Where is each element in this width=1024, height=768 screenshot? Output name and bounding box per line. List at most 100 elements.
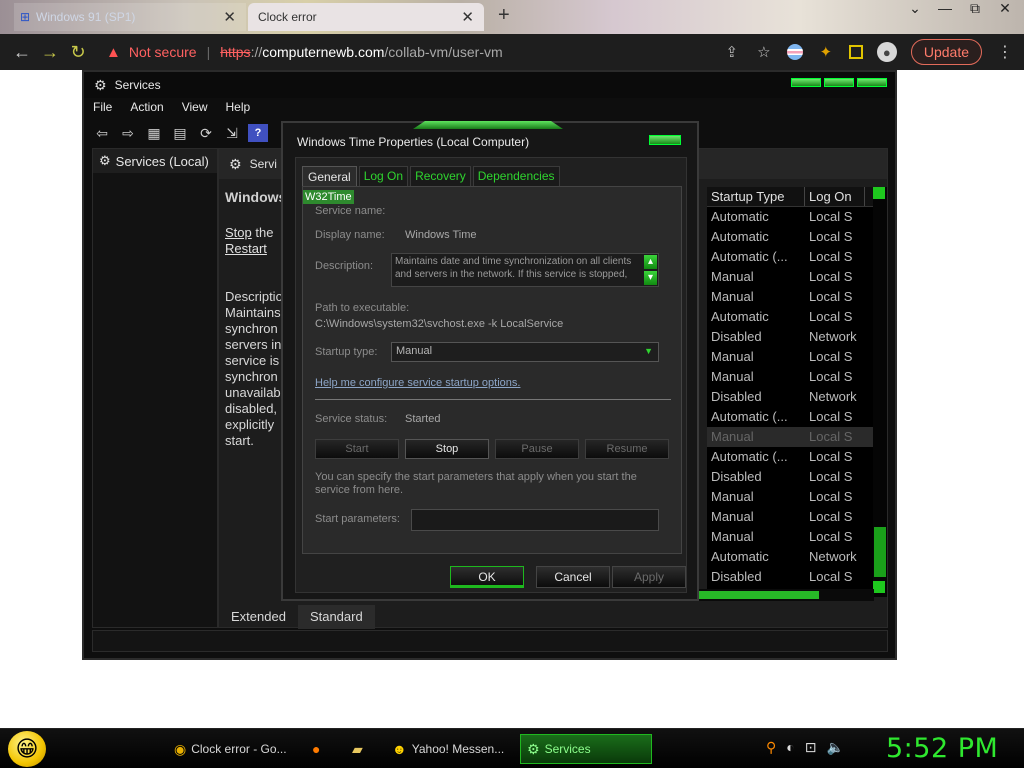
table-row[interactable]: Automatic Network: [707, 547, 877, 567]
menu-help[interactable]: Help: [217, 98, 260, 118]
table-row[interactable]: Manual Local S: [707, 347, 877, 367]
table-row[interactable]: Disabled Local S: [707, 467, 877, 487]
scroll-thumb[interactable]: [874, 527, 886, 577]
menu-view[interactable]: View: [173, 98, 217, 118]
table-row[interactable]: Manual Local S: [707, 487, 877, 507]
tab-standard[interactable]: Standard: [297, 605, 375, 629]
extensions-puzzle-icon[interactable]: ✦: [817, 43, 835, 61]
menu-file[interactable]: File: [84, 98, 121, 118]
services-title-bar[interactable]: ⚙ Services: [84, 72, 895, 98]
tab-recovery[interactable]: Recovery: [410, 166, 471, 187]
tab-log-on[interactable]: Log On: [358, 166, 409, 187]
reload-button[interactable]: ↻: [64, 38, 92, 66]
tab-windows-91[interactable]: ⊞ Windows 91 (SP1) ✕: [14, 3, 246, 31]
tab-dependencies[interactable]: Dependencies: [472, 166, 560, 187]
scroll-down-button[interactable]: [873, 581, 885, 593]
tab-extended[interactable]: Extended: [219, 605, 298, 629]
minimize-button[interactable]: [791, 78, 821, 87]
taskbar-item-chrome[interactable]: ◉ Clock error - Go...: [168, 734, 296, 764]
start-button[interactable]: Start: [315, 439, 399, 459]
menu-action[interactable]: Action: [121, 98, 172, 118]
scroll-up-button[interactable]: ▴: [644, 255, 657, 269]
vertical-scrollbar[interactable]: [873, 187, 887, 597]
start-button[interactable]: 😁: [8, 731, 46, 767]
horizontal-scrollbar[interactable]: [699, 589, 874, 601]
service-name-field[interactable]: W32Time: [303, 190, 354, 204]
forward-button[interactable]: →: [36, 38, 64, 66]
table-row[interactable]: Automatic Local S: [707, 227, 877, 247]
taskbar-item-yahoo-messenger[interactable]: ☻ Yahoo! Messen...: [386, 734, 514, 764]
table-row[interactable]: Manual Local S: [707, 267, 877, 287]
table-row[interactable]: Manual Local S: [707, 367, 877, 387]
close-tab-icon[interactable]: ✕: [223, 8, 236, 26]
back-button[interactable]: ←: [8, 38, 36, 66]
column-header-log-on[interactable]: Log On: [805, 187, 865, 206]
address-bar[interactable]: ▲ Not secure | https://computernewb.com /…: [106, 40, 646, 64]
pause-button[interactable]: Pause: [495, 439, 579, 459]
configure-startup-help-link[interactable]: Help me configure service startup option…: [315, 377, 695, 389]
avatar[interactable]: ●: [876, 42, 897, 62]
startup-type-select[interactable]: Manual ▼: [391, 342, 659, 362]
profile-flag-icon[interactable]: [786, 44, 803, 60]
forward-arrow-icon[interactable]: ⇨: [118, 124, 138, 142]
close-tab-icon[interactable]: ✕: [461, 8, 474, 26]
table-row[interactable]: Manual Local S: [707, 427, 877, 447]
tab-clock-error[interactable]: Clock error ✕: [248, 3, 484, 31]
bookmark-star-icon[interactable]: ☆: [755, 43, 773, 61]
vm-screen[interactable]: ⚙ Services File Action View Help ⇦ ⇨ ▦ ▤…: [0, 70, 1024, 728]
taskbar-item-explorer[interactable]: ▰: [346, 734, 376, 764]
scroll-down-button[interactable]: ▾: [644, 271, 657, 285]
search-icon[interactable]: ⚲: [766, 739, 776, 756]
taskbar-clock[interactable]: 5:52 PM: [886, 733, 998, 764]
ok-button[interactable]: OK: [450, 566, 524, 588]
table-row[interactable]: Automatic Local S: [707, 307, 877, 327]
column-header-startup-type[interactable]: Startup Type: [707, 187, 805, 206]
volume-icon[interactable]: 🔈: [826, 739, 843, 756]
table-row[interactable]: Disabled Network: [707, 387, 877, 407]
resume-button[interactable]: Resume: [585, 439, 669, 459]
cancel-button[interactable]: Cancel: [536, 566, 610, 588]
share-icon[interactable]: ⇪: [723, 43, 741, 61]
tab-general[interactable]: General: [302, 166, 357, 187]
tab-search-icon[interactable]: ⌄: [906, 0, 924, 17]
help-icon[interactable]: ?: [248, 124, 268, 142]
taskbar-item-firefox[interactable]: ●: [306, 734, 336, 764]
stop-service-link[interactable]: Stop: [225, 225, 252, 240]
refresh-icon[interactable]: ⟳: [196, 124, 216, 142]
table-row[interactable]: Automatic (... Local S: [707, 447, 877, 467]
properties-icon[interactable]: ▤: [170, 124, 190, 142]
network-icon[interactable]: ⊡: [805, 739, 817, 756]
export-list-icon[interactable]: ⇲: [222, 124, 242, 142]
menu-kebab-icon[interactable]: ⋮: [996, 43, 1014, 61]
description-field[interactable]: Maintains date and time synchronization …: [391, 253, 659, 287]
apply-button[interactable]: Apply: [612, 566, 686, 588]
minimize-button[interactable]: —: [936, 0, 954, 17]
back-arrow-icon[interactable]: ⇦: [92, 124, 112, 142]
tree-item-services-local[interactable]: ⚙ Services (Local): [93, 149, 217, 173]
table-row[interactable]: Automatic (... Local S: [707, 247, 877, 267]
stop-button[interactable]: Stop: [405, 439, 489, 459]
side-panel-icon[interactable]: [848, 45, 863, 59]
table-row[interactable]: Manual Local S: [707, 527, 877, 547]
close-window-button[interactable]: ✕: [996, 0, 1014, 17]
status-icon[interactable]: ◐: [786, 739, 794, 756]
close-button[interactable]: [857, 78, 887, 87]
table-row[interactable]: Manual Local S: [707, 287, 877, 307]
update-button[interactable]: Update: [910, 39, 982, 65]
start-params-input[interactable]: [411, 509, 659, 531]
restart-service-link[interactable]: Restart: [225, 241, 267, 256]
dialog-close-button[interactable]: [649, 135, 681, 145]
security-label[interactable]: Not secure: [129, 44, 197, 60]
maximize-button[interactable]: ⧉: [966, 0, 984, 17]
table-row[interactable]: Disabled Network: [707, 327, 877, 347]
scroll-up-button[interactable]: [873, 187, 885, 199]
console-tree-icon[interactable]: ▦: [144, 124, 164, 142]
new-tab-button[interactable]: +: [498, 4, 510, 27]
table-row[interactable]: Disabled Local S: [707, 567, 877, 587]
taskbar-item-services[interactable]: ⚙ Services: [520, 734, 652, 764]
table-row[interactable]: Automatic Local S: [707, 207, 877, 227]
table-row[interactable]: Automatic (... Local S: [707, 407, 877, 427]
scroll-thumb[interactable]: [699, 591, 819, 599]
table-row[interactable]: Manual Local S: [707, 507, 877, 527]
maximize-button[interactable]: [824, 78, 854, 87]
